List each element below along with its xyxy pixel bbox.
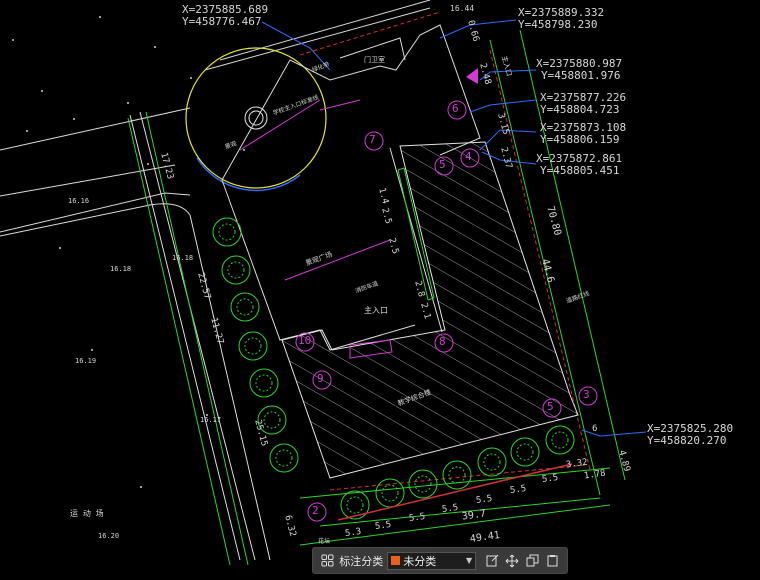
circle-number: 5 [547,400,554,413]
category-select[interactable]: 未分类 ▼ [387,551,477,570]
road-lines [0,0,431,561]
dim-label: 5.5 [475,493,493,507]
elevation-label: 16.18 [172,254,194,262]
circle-number: 5 [439,158,446,171]
dim-label: 5.5 [441,502,459,516]
circle-number: 9 [317,372,324,385]
annotation-toolbar: 标注分类 未分类 ▼ [312,547,568,574]
circle-number: 4 [465,150,472,163]
circle-number: 6 [452,102,459,115]
grid-icon[interactable] [317,550,337,572]
entrance-arrow [466,68,478,84]
coord-y: Y=458776.467 [182,15,262,28]
plan-label: 门卫室 [364,56,385,64]
coord-y: Y=458804.723 [540,103,620,116]
copy-icon[interactable] [523,550,543,572]
dim-label: 5.5 [541,472,559,486]
dim-label: 16.44 [450,4,475,13]
dim-label: 5.5 [509,483,527,497]
elevation-label: 16.19 [75,357,97,365]
dim-label: 6 [592,424,598,434]
elevation-label: 16.16 [68,197,90,205]
paste-icon[interactable] [543,550,563,572]
category-color-swatch [391,556,401,565]
elevation-label: 16.20 [98,532,120,540]
circle-number: 2 [312,504,319,517]
category-select-value: 未分类 [403,554,437,568]
chevron-down-icon: ▼ [465,556,473,565]
coord-y: Y=458805.451 [540,164,620,177]
dim-label: 5.5 [408,511,426,525]
coord-y: Y=458806.159 [540,133,620,146]
edit-icon[interactable] [482,550,502,572]
elevation-label: 16.17 [200,416,222,424]
circle-number: 8 [439,335,446,348]
coord-y: Y=458798.230 [518,18,598,31]
coord-y: Y=458801.976 [541,69,621,82]
cad-drawing-canvas[interactable] [0,0,760,580]
elevation-label: 16.18 [110,265,132,273]
toolbar-label: 标注分类 [339,554,384,568]
circle-number: 7 [369,133,376,146]
circle-number: 3 [583,388,590,401]
circle-number: 10 [298,334,312,347]
dim-label: 5.3 [344,526,362,540]
plan-label: 运 动 场 [70,509,104,518]
move-icon[interactable] [502,550,522,572]
plan-label: 主入口 [364,306,388,315]
coord-y: Y=458820.270 [647,434,727,447]
dim-label: 5.5 [374,519,392,533]
